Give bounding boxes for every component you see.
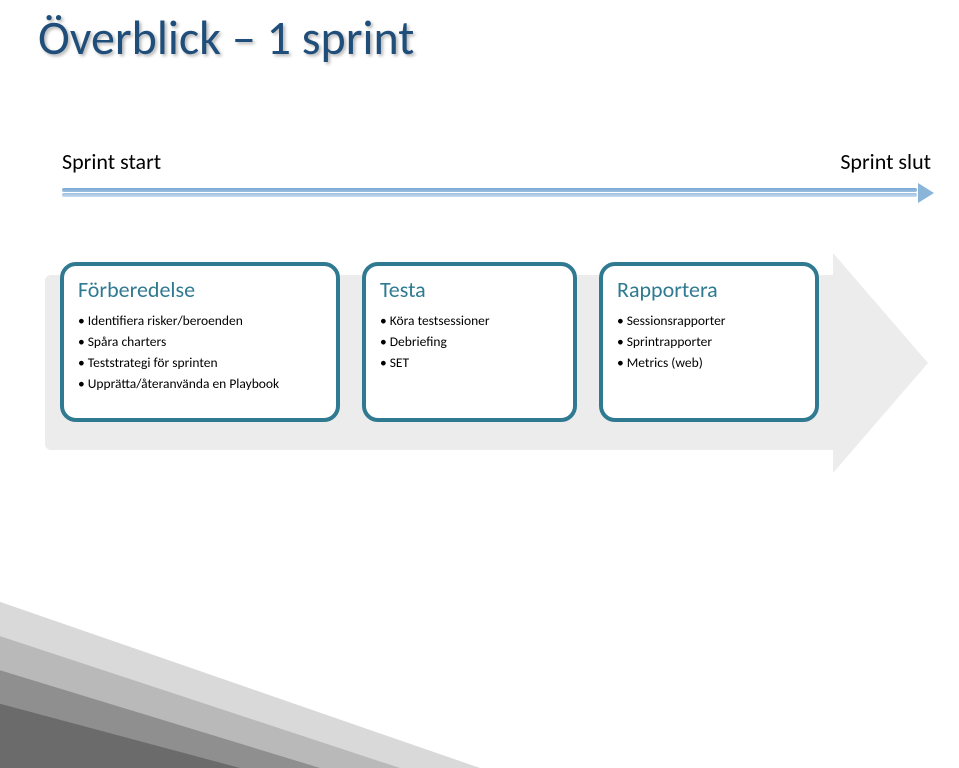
- arrowhead-icon: [918, 183, 934, 203]
- card-title: Rapportera: [617, 276, 801, 303]
- card-title: Testa: [380, 276, 559, 303]
- card-rapportera: Rapportera Sessionsrapporter Sprintrappo…: [599, 262, 819, 422]
- card-items: Köra testsessioner Debriefing SET: [380, 311, 559, 374]
- decorative-wedge: [0, 528, 480, 768]
- card-items: Sessionsrapporter Sprintrapporter Metric…: [617, 311, 801, 374]
- list-item: Spåra charters: [78, 332, 322, 353]
- list-item: Debriefing: [380, 332, 559, 353]
- list-item: Sessionsrapporter: [617, 311, 801, 332]
- list-item: SET: [380, 353, 559, 374]
- list-item: Köra testsessioner: [380, 311, 559, 332]
- list-item: Upprätta/återanvända en Playbook: [78, 374, 322, 395]
- slide-title: Överblick – 1 sprint: [38, 8, 414, 67]
- card-items: Identifiera risker/beroenden Spåra chart…: [78, 311, 322, 395]
- label-sprint-end: Sprint slut: [840, 148, 931, 175]
- list-item: Identifiera risker/beroenden: [78, 311, 322, 332]
- list-item: Metrics (web): [617, 353, 801, 374]
- list-item: Teststrategi för sprinten: [78, 353, 322, 374]
- card-row: Förberedelse Identifiera risker/beroende…: [60, 262, 819, 422]
- label-sprint-start: Sprint start: [62, 148, 161, 175]
- card-title: Förberedelse: [78, 276, 322, 303]
- list-item: Sprintrapporter: [617, 332, 801, 353]
- card-testa: Testa Köra testsessioner Debriefing SET: [362, 262, 577, 422]
- timeline-arrow: [62, 188, 932, 198]
- card-forberedelse: Förberedelse Identifiera risker/beroende…: [60, 262, 340, 422]
